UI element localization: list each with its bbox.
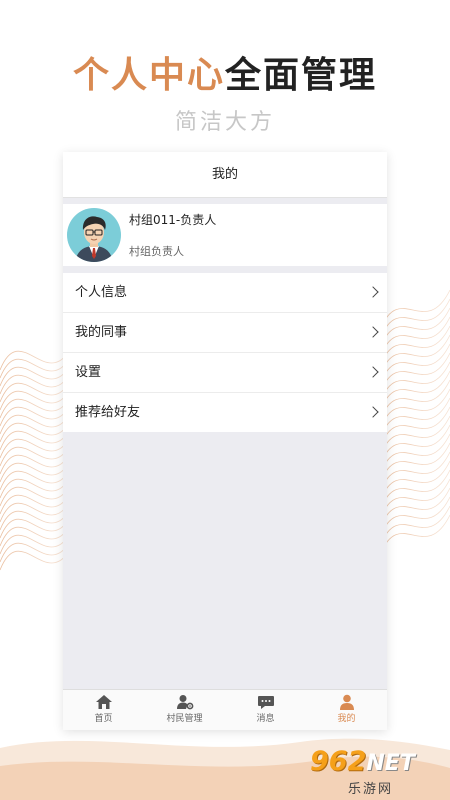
tab-label: 消息 bbox=[256, 714, 275, 724]
message-icon bbox=[257, 696, 274, 709]
avatar-person-icon bbox=[75, 216, 113, 262]
menu-item-colleagues[interactable]: 我的同事 bbox=[63, 313, 387, 353]
profile-role: 村组负责人 bbox=[129, 245, 184, 258]
headline-accent: 个人中心 bbox=[72, 55, 225, 96]
bottom-tab-bar: 首页 村民管理 消息 我的 bbox=[63, 689, 387, 730]
chevron-right-icon bbox=[367, 406, 379, 418]
menu-item-label: 设置 bbox=[75, 365, 102, 380]
nav-title: 我的 bbox=[63, 152, 387, 198]
tab-mine[interactable]: 我的 bbox=[306, 690, 387, 730]
profile-name: 村组011-负责人 bbox=[129, 213, 217, 227]
chevron-right-icon bbox=[367, 366, 379, 378]
headline-dark: 全面管理 bbox=[225, 55, 378, 96]
menu-item-label: 推荐给好友 bbox=[75, 405, 141, 420]
watermark-brand: 962NET bbox=[310, 748, 442, 778]
tab-label: 村民管理 bbox=[166, 714, 203, 724]
menu-item-personal-info[interactable]: 个人信息 bbox=[63, 273, 387, 313]
menu-item-label: 个人信息 bbox=[75, 285, 128, 300]
settings-menu: 个人信息 我的同事 设置 推荐给好友 bbox=[63, 273, 387, 432]
tab-home[interactable]: 首页 bbox=[63, 690, 144, 730]
site-watermark: 962NET 乐游网 bbox=[310, 748, 442, 798]
chevron-right-icon bbox=[367, 326, 379, 338]
user-settings-icon bbox=[176, 695, 193, 710]
chevron-right-icon bbox=[367, 286, 379, 298]
tab-messages[interactable]: 消息 bbox=[225, 690, 306, 730]
tab-label: 首页 bbox=[94, 714, 113, 724]
app-screen: 我的 村组011-负责人 村组负责人 个人信息 我的同事 设置 推荐给好友 首页… bbox=[63, 152, 387, 730]
menu-item-label: 我的同事 bbox=[75, 325, 128, 340]
profile-card[interactable]: 村组011-负责人 村组负责人 bbox=[63, 204, 387, 266]
user-icon bbox=[339, 694, 354, 710]
promo-headline: 个人中心全面管理 bbox=[0, 46, 450, 98]
watermark-brand-suffix: NET bbox=[366, 751, 415, 776]
menu-item-recommend[interactable]: 推荐给好友 bbox=[63, 393, 387, 432]
avatar[interactable] bbox=[67, 208, 121, 262]
tab-villager-management[interactable]: 村民管理 bbox=[144, 690, 225, 730]
promo-subline: 简洁大方 bbox=[174, 110, 275, 135]
tab-label: 我的 bbox=[337, 714, 356, 724]
home-icon bbox=[95, 695, 112, 709]
watermark-brand-number: 962 bbox=[310, 746, 367, 777]
menu-item-settings[interactable]: 设置 bbox=[63, 353, 387, 393]
watermark-site-name: 乐游网 bbox=[348, 782, 394, 797]
